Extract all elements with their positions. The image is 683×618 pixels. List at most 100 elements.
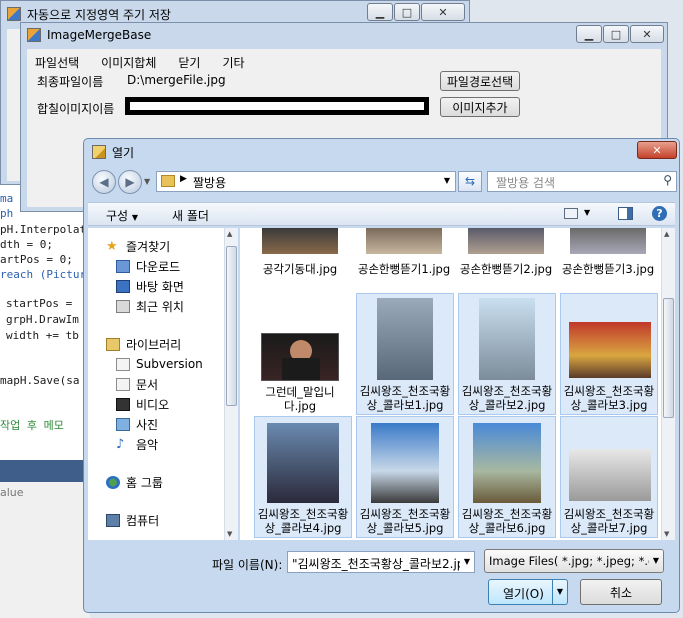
code-line: 작업 후 메모 [0,419,64,432]
nav-scroll-thumb[interactable] [226,246,237,406]
nav-videos[interactable]: 비디오 [88,394,224,414]
file-name: 김씨왕조_천조국황상_콜라보4.jpg [257,507,349,535]
search-icon: ⚲ [663,173,672,187]
nav-homegroup[interactable]: 홈 그룹 [88,472,224,492]
close-button[interactable]: ✕ [630,25,664,43]
nav-label: 음악 [136,437,159,452]
dialog-title: 열기 [112,145,135,160]
help-icon[interactable]: ? [652,206,667,221]
menu-image-merge[interactable]: 이미지합체 [99,54,158,71]
open-dropdown-icon[interactable]: ▼ [552,580,567,604]
new-folder-button[interactable]: 새 폴더 [172,207,209,224]
nav-recent[interactable]: 최근 위치 [88,296,224,316]
nav-subversion[interactable]: Subversion [88,354,224,374]
minimize-button[interactable]: ▁ [367,3,393,21]
nav-downloads[interactable]: 다운로드 [88,256,224,276]
file-item-selected[interactable]: 김씨왕조_천조국황상_콜라보2.jpg [458,293,556,415]
pictures-icon [116,417,130,431]
open-button[interactable]: 열기(O) ▼ [488,579,568,605]
recent-locations-dropdown[interactable]: ▼ [144,177,150,186]
code-line: grpH.DrawIm [6,313,79,326]
scroll-up-icon[interactable]: ▲ [664,230,669,238]
file-thumbnail [261,333,339,381]
maximize-button[interactable]: □ [603,25,629,43]
scroll-up-icon[interactable]: ▲ [227,230,232,238]
nav-computer[interactable]: 컴퓨터 [88,510,224,530]
file-name-input[interactable]: "김씨왕조_천조국황상_콜라보2.jp ▼ [287,551,475,573]
file-item[interactable]: 공손한뻥뜯기3.jpg [560,228,656,284]
merge-image-list[interactable] [125,97,429,115]
search-input[interactable]: 짤방용 검색 [496,174,555,191]
output-panel: alue [0,482,90,618]
file-name: 김씨왕조_천조국황상_콜라보7.jpg [563,507,655,535]
address-dropdown-icon[interactable]: ▼ [444,176,450,185]
file-scroll-thumb[interactable] [663,298,674,418]
file-item-selected[interactable]: 김씨왕조_천조국황상_콜라보7.jpg [560,416,658,538]
file-item[interactable]: 공손한뻥뜯기2.jpg [458,228,554,284]
file-name: 공손한뻥뜯기2.jpg [459,262,553,276]
nav-music[interactable]: ♪ 음악 [88,434,224,454]
preview-pane-icon[interactable] [618,207,633,220]
file-thumbnail [371,423,439,503]
search-box[interactable]: 짤방용 검색 ⚲ [487,171,677,192]
dropdown-arrow-icon[interactable]: ▼ [460,552,474,572]
desktop-icon [116,279,130,293]
file-name: 김씨왕조_천조국황상_콜라보3.jpg [563,384,655,412]
menu-close[interactable]: 닫기 [176,54,202,71]
nav-label: 사진 [136,417,159,432]
file-list-scrollbar[interactable]: ▲ ▼ [661,228,675,540]
file-item[interactable]: 그런데_말입니다.jpg [252,293,348,413]
back-button[interactable]: ◀ [92,170,116,194]
nav-desktop[interactable]: 바탕 화면 [88,276,224,296]
address-breadcrumb[interactable]: 짤방용 [193,174,226,191]
file-thumbnail [366,228,442,254]
app-icon [7,7,21,21]
forward-button[interactable]: ▶ [118,170,142,194]
nav-documents[interactable]: 문서 [88,374,224,394]
close-button[interactable]: ✕ [421,3,465,21]
maximize-button[interactable]: □ [394,3,420,21]
menu-etc[interactable]: 기타 [220,54,246,71]
nav-scrollbar[interactable]: ▲ ▼ [224,228,238,540]
refresh-icon: ⇆ [464,174,476,188]
file-item-selected[interactable]: 김씨왕조_천조국황상_콜라보6.jpg [458,416,556,538]
address-bar[interactable]: ▶ 짤방용 ▼ [156,171,456,192]
add-image-button[interactable]: 이미지추가 [440,97,520,117]
star-icon: ★ [106,238,118,254]
select-file-path-button[interactable]: 파일경로선택 [440,71,520,91]
file-name: 김씨왕조_천조국황상_콜라보2.jpg [461,384,553,412]
nav-pictures[interactable]: 사진 [88,414,224,434]
homegroup-icon [106,475,120,489]
minimize-button[interactable]: ▁ [576,25,602,43]
view-dropdown-icon[interactable]: ▼ [584,208,590,217]
file-item-selected[interactable]: 김씨왕조_천조국황상_콜라보5.jpg [356,416,454,538]
cancel-button[interactable]: 취소 [580,579,662,605]
arrow-left-icon: ◀ [99,175,109,189]
view-options-icon[interactable] [564,208,578,219]
file-name: 공손한뻥뜯기1.jpg [357,262,451,276]
file-item-selected[interactable]: 김씨왕조_천조국황상_콜라보1.jpg [356,293,454,415]
organize-button[interactable]: 구성 ▼ [106,207,138,224]
final-file-value[interactable]: D:\mergeFile.jpg [127,73,226,87]
nav-favorites[interactable]: ★ 즐겨찾기 [88,236,224,256]
close-button[interactable]: ✕ [637,141,677,159]
nav-label: 컴퓨터 [126,513,160,528]
documents-icon [116,377,130,391]
refresh-button[interactable]: ⇆ [458,171,482,192]
file-type-select[interactable]: Image Files( *.jpg; *.jpeg; *.gif; ▼ [484,549,664,573]
file-item[interactable]: 공각기동대.jpg [252,228,348,284]
dropdown-arrow-icon: ▼ [131,213,139,222]
file-item-selected[interactable]: 김씨왕조_천조국황상_콜라보3.jpg [560,293,658,415]
scroll-down-icon[interactable]: ▼ [227,530,232,538]
arrow-right-icon: ▶ [125,175,135,189]
status-value-text: alue [0,486,24,499]
file-item-selected[interactable]: 김씨왕조_천조국황상_콜라보4.jpg [254,416,352,538]
recent-icon [116,299,130,313]
nav-libraries[interactable]: 라이브러리 [88,334,224,354]
file-thumbnail [473,423,541,503]
file-item[interactable]: 공손한뻥뜯기1.jpg [356,228,452,284]
scroll-down-icon[interactable]: ▼ [664,530,669,538]
menu-file-select[interactable]: 파일선택 [33,54,81,71]
dropdown-arrow-icon[interactable]: ▼ [649,550,663,572]
file-name: 김씨왕조_천조국황상_콜라보5.jpg [359,507,451,535]
